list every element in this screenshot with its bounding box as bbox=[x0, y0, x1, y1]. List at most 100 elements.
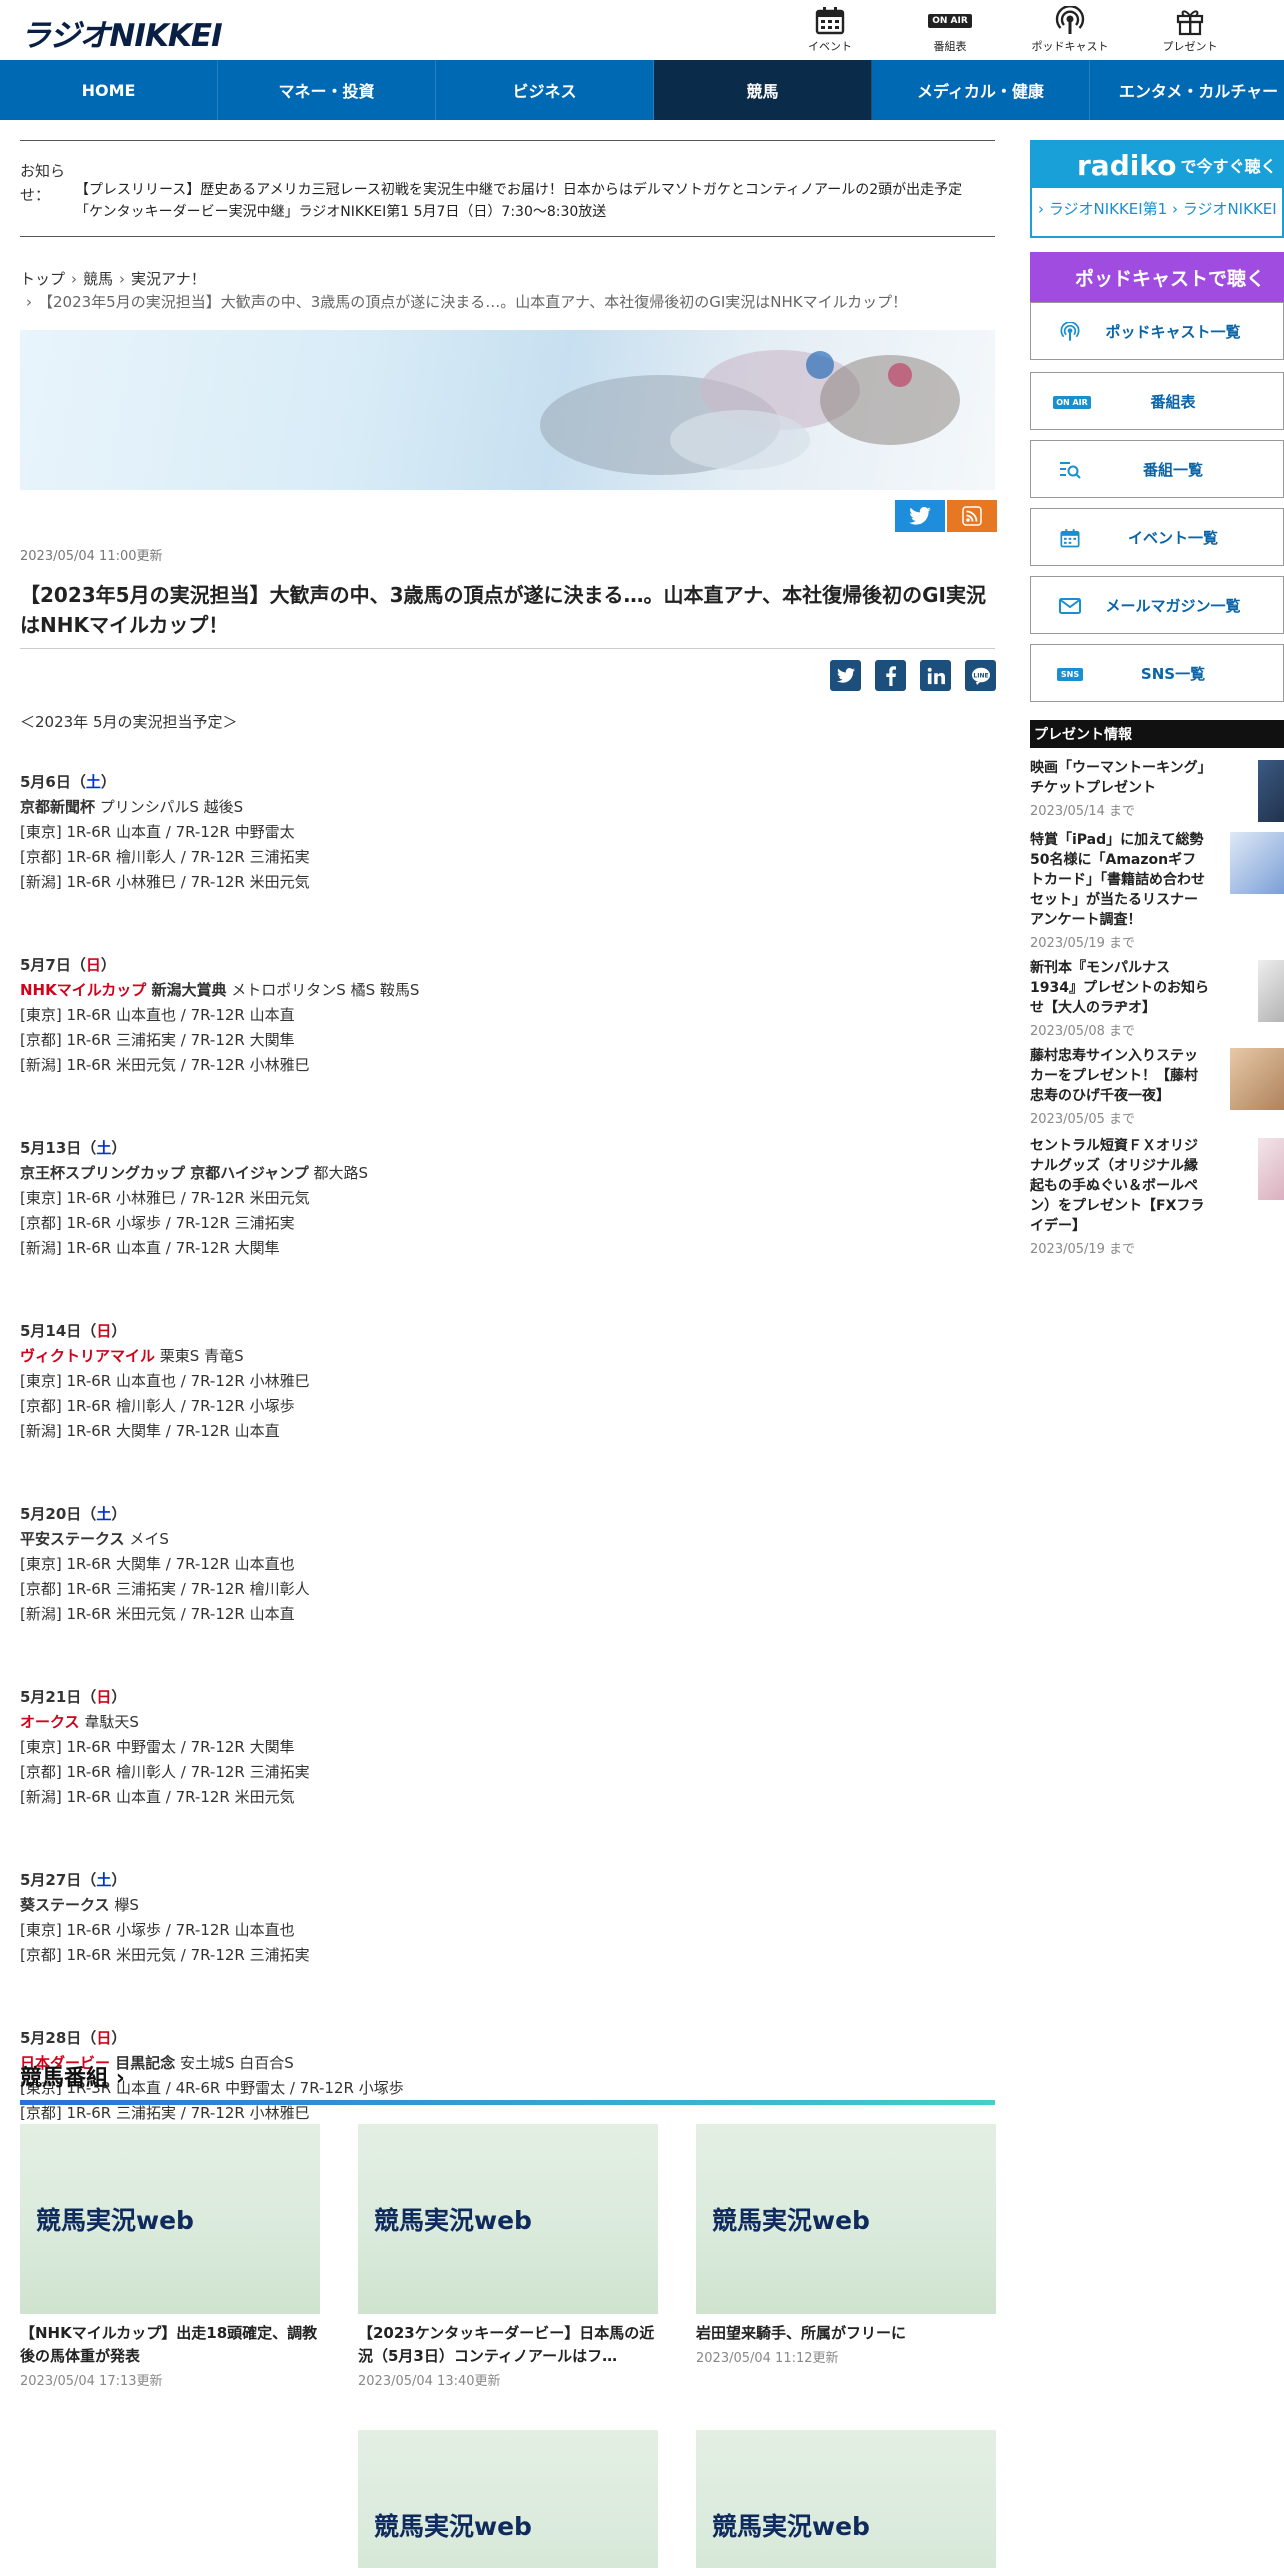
schedule-assignment: [新潟] 1R-6R 大関隼 / 7R-12R 山本直 bbox=[20, 1422, 280, 1440]
card-date: 2023/05/04 13:40更新 bbox=[358, 2374, 501, 2389]
hero-image bbox=[20, 330, 995, 490]
program-card[interactable]: 競馬実況web 岩田望来騎手、所属がフリーに 2023/05/04 11:12更… bbox=[696, 2124, 996, 2366]
present-item[interactable]: セントラル短資ＦＸオリジナルグッズ（オリジナル縁起もの手ぬぐい＆ボールペン）をプ… bbox=[1030, 1136, 1284, 1257]
present-date: 2023/05/05 まで bbox=[1030, 1112, 1136, 1127]
event-list-button[interactable]: イベント一覧 bbox=[1030, 508, 1284, 566]
card-title[interactable]: 岩田望来騎手、所属がフリーに bbox=[696, 2322, 996, 2345]
nav-medical[interactable]: メディカル・健康 bbox=[872, 60, 1090, 120]
nav-home[interactable]: HOME bbox=[0, 60, 218, 120]
gift-icon bbox=[1175, 4, 1205, 38]
article-title: 【2023年5月の実況担当】大歓声の中、3歳馬の頂点が遂に決まる…。山本直アナ、… bbox=[20, 583, 986, 637]
linkedin-icon[interactable] bbox=[920, 660, 951, 691]
present-link[interactable]: プレゼント bbox=[1130, 4, 1250, 56]
nav-keiba[interactable]: 競馬 bbox=[654, 60, 872, 120]
present-thumbnail bbox=[1230, 832, 1284, 894]
schedule-assignment: [新潟] 1R-6R 小林雅巳 / 7R-12R 米田元気 bbox=[20, 873, 310, 891]
radiko-links[interactable]: › ラジオNIKKEI第1 › ラジオNIKKEI bbox=[1032, 188, 1282, 229]
schedule-link[interactable]: ON AIR 番組表 bbox=[890, 4, 1010, 56]
schedule-date: 5月6日（土） bbox=[20, 773, 116, 791]
present-title[interactable]: 映画「ウーマントーキング」チケットプレゼント bbox=[1030, 758, 1210, 798]
present-date: 2023/05/08 まで bbox=[1030, 1024, 1136, 1039]
program-card[interactable]: 競馬実況web 【2023ケンタッキーダービー】日本馬の近況（5月3日）コンティ… bbox=[358, 2124, 658, 2389]
rss-button[interactable] bbox=[947, 500, 997, 532]
site-logo[interactable]: ラジオNIKKEI bbox=[20, 10, 223, 55]
radiko-box[interactable]: radiko で今すぐ聴く › ラジオNIKKEI第1 › ラジオNIKKEI bbox=[1030, 140, 1284, 238]
breadcrumb-top[interactable]: トップ bbox=[20, 270, 65, 288]
podcast-link[interactable]: ポッドキャスト bbox=[1010, 4, 1130, 56]
breadcrumb-current: 【2023年5月の実況担当】大歓声の中、3歳馬の頂点が遂に決まる…。山本直アナ、… bbox=[38, 293, 908, 311]
breadcrumb-keiba[interactable]: 競馬 bbox=[83, 270, 113, 288]
present-title[interactable]: セントラル短資ＦＸオリジナルグッズ（オリジナル縁起もの手ぬぐい＆ボールペン）をプ… bbox=[1030, 1136, 1210, 1236]
podcast-header[interactable]: ポッドキャストで聴く bbox=[1030, 252, 1284, 302]
schedule-date: 5月21日（日） bbox=[20, 1688, 127, 1706]
chevron-right-icon: › bbox=[119, 270, 126, 288]
schedule-date: 5月28日（日） bbox=[20, 2029, 127, 2047]
schedule-date: 5月7日（日） bbox=[20, 956, 116, 974]
schedule-assignment: [東京] 1R-6R 山本直 / 7R-12R 中野雷太 bbox=[20, 823, 295, 841]
schedule-assignment: [東京] 1R-6R 山本直也 / 7R-12R 小林雅巳 bbox=[20, 1372, 310, 1390]
breadcrumb-jikkyo[interactable]: 実況アナ！ bbox=[131, 270, 206, 288]
card-thumb-text: 競馬実況web bbox=[712, 2206, 870, 2235]
events-label: イベント bbox=[808, 40, 852, 53]
card-thumb-text: 競馬実況web bbox=[36, 2206, 194, 2235]
card-thumbnail: 競馬実況web bbox=[696, 2124, 996, 2314]
schedule-assignment: [新潟] 1R-6R 米田元気 / 7R-12R 山本直 bbox=[20, 1605, 295, 1623]
nav-money[interactable]: マネー・投資 bbox=[218, 60, 436, 120]
present-item[interactable]: 藤村忠寿サイン入りステッカーをプレゼント！【藤村忠寿のひげ千夜一夜】 2023/… bbox=[1030, 1046, 1284, 1127]
share-buttons bbox=[895, 500, 997, 532]
program-card[interactable]: 競馬実況web bbox=[696, 2430, 996, 2568]
schedule-assignment: [京都] 1R-6R 檜川彰人 / 7R-12R 三浦拓実 bbox=[20, 1763, 310, 1781]
card-thumbnail: 競馬実況web bbox=[696, 2430, 996, 2568]
nav-business[interactable]: ビジネス bbox=[436, 60, 654, 120]
schedule-assignment: [東京] 1R-6R 小林雅巳 / 7R-12R 米田元気 bbox=[20, 1189, 310, 1207]
schedule-date: 5月20日（土） bbox=[20, 1505, 127, 1523]
schedule-races: ヴィクトリアマイル 栗東S 青竜S bbox=[20, 1347, 244, 1365]
mailmag-list-button[interactable]: メールマガジン一覧 bbox=[1030, 576, 1284, 634]
card-thumbnail: 競馬実況web bbox=[358, 2124, 658, 2314]
schedule-races: オークス 韋駄天S bbox=[20, 1713, 139, 1731]
schedule-races: 京都新聞杯 プリンシパルS 越後S bbox=[20, 798, 244, 816]
program-card[interactable]: 競馬実況web bbox=[358, 2430, 658, 2568]
program-list-button[interactable]: 番組一覧 bbox=[1030, 440, 1284, 498]
present-title[interactable]: 新刊本『モンパルナス1934』プレゼントのお知らせ【大人のラヂオ】 bbox=[1030, 958, 1210, 1018]
nav-entame[interactable]: エンタメ・カルチャー bbox=[1090, 60, 1284, 120]
schedule-button[interactable]: ON AIR 番組表 bbox=[1030, 372, 1284, 430]
schedule-assignment: [京都] 1R-6R 三浦拓実 / 7R-12R 大関隼 bbox=[20, 1031, 295, 1049]
sns-list-button[interactable]: SNS SNS一覧 bbox=[1030, 644, 1284, 702]
present-date: 2023/05/14 まで bbox=[1030, 804, 1136, 819]
facebook-icon[interactable] bbox=[875, 660, 906, 691]
schedule-assignment: [東京] 1R-6R 山本直也 / 7R-12R 山本直 bbox=[20, 1006, 295, 1024]
card-title[interactable]: 【2023ケンタッキーダービー】日本馬の近況（5月3日）コンティノアールはフ… bbox=[358, 2322, 658, 2368]
notice-link[interactable]: 【プレスリリース】歴史あるアメリカ三冠レース初戦を実況生中継でお届け！日本からは… bbox=[75, 179, 985, 223]
twitter-icon[interactable] bbox=[830, 660, 861, 691]
schedule-intro: ＜2023年 5月の実況担当予定＞ bbox=[20, 713, 238, 731]
schedule-assignment: [東京] 1R-6R 中野雷太 / 7R-12R 大関隼 bbox=[20, 1738, 295, 1756]
twitter-share-button[interactable] bbox=[895, 500, 945, 532]
schedule-assignment: [京都] 1R-6R 檜川彰人 / 7R-12R 小塚歩 bbox=[20, 1397, 295, 1415]
section-title[interactable]: 競馬番組 › bbox=[20, 2060, 125, 2092]
program-list-label: 番組一覧 bbox=[1142, 460, 1203, 479]
present-item[interactable]: 新刊本『モンパルナス1934』プレゼントのお知らせ【大人のラヂオ】 2023/0… bbox=[1030, 958, 1284, 1039]
schedule-assignment: [東京] 1R-6R 大関隼 / 7R-12R 山本直也 bbox=[20, 1555, 295, 1573]
present-title[interactable]: 特賞「iPad」に加えて総勢50名様に「Amazonギフトカード」「書籍詰め合わ… bbox=[1030, 830, 1210, 930]
card-title[interactable]: 【NHKマイルカップ】出走18頭確定、調教後の馬体重が発表 bbox=[20, 2322, 320, 2368]
card-thumbnail: 競馬実況web bbox=[20, 2124, 320, 2314]
card-thumbnail: 競馬実況web bbox=[358, 2430, 658, 2568]
radiko-tagline: で今すぐ聴く bbox=[1180, 157, 1277, 176]
program-card[interactable]: 競馬実況web 【NHKマイルカップ】出走18頭確定、調教後の馬体重が発表 20… bbox=[20, 2124, 320, 2389]
present-item[interactable]: 映画「ウーマントーキング」チケットプレゼント 2023/05/14 まで bbox=[1030, 758, 1284, 822]
events-link[interactable]: イベント bbox=[770, 4, 890, 56]
present-item[interactable]: 特賞「iPad」に加えて総勢50名様に「Amazonギフトカード」「書籍詰め合わ… bbox=[1030, 830, 1284, 951]
breadcrumb: トップ › 競馬 › 実況アナ！ › 【2023年5月の実況担当】大歓声の中、3歳馬の頂点… bbox=[20, 268, 995, 314]
section-title-text: 競馬番組 bbox=[20, 2066, 109, 2091]
schedule-label: 番組表 bbox=[933, 40, 967, 53]
line-icon[interactable]: LINE bbox=[965, 660, 996, 691]
podcast-list-button[interactable]: ポッドキャスト一覧 bbox=[1030, 302, 1284, 360]
schedule-assignment: [新潟] 1R-6R 米田元気 / 7R-12R 小林雅巳 bbox=[20, 1056, 310, 1074]
main-nav: HOME マネー・投資 ビジネス 競馬 メディカル・健康 エンタメ・カルチャー bbox=[0, 60, 1284, 120]
schedule-assignment: [京都] 1R-6R 米田元気 / 7R-12R 三浦拓実 bbox=[20, 1946, 310, 1964]
presents-header: プレゼント情報 bbox=[1030, 720, 1284, 748]
present-title[interactable]: 藤村忠寿サイン入りステッカーをプレゼント！【藤村忠寿のひげ千夜一夜】 bbox=[1030, 1046, 1210, 1106]
schedule-label: 番組表 bbox=[1150, 392, 1196, 411]
present-thumbnail bbox=[1230, 1048, 1284, 1110]
